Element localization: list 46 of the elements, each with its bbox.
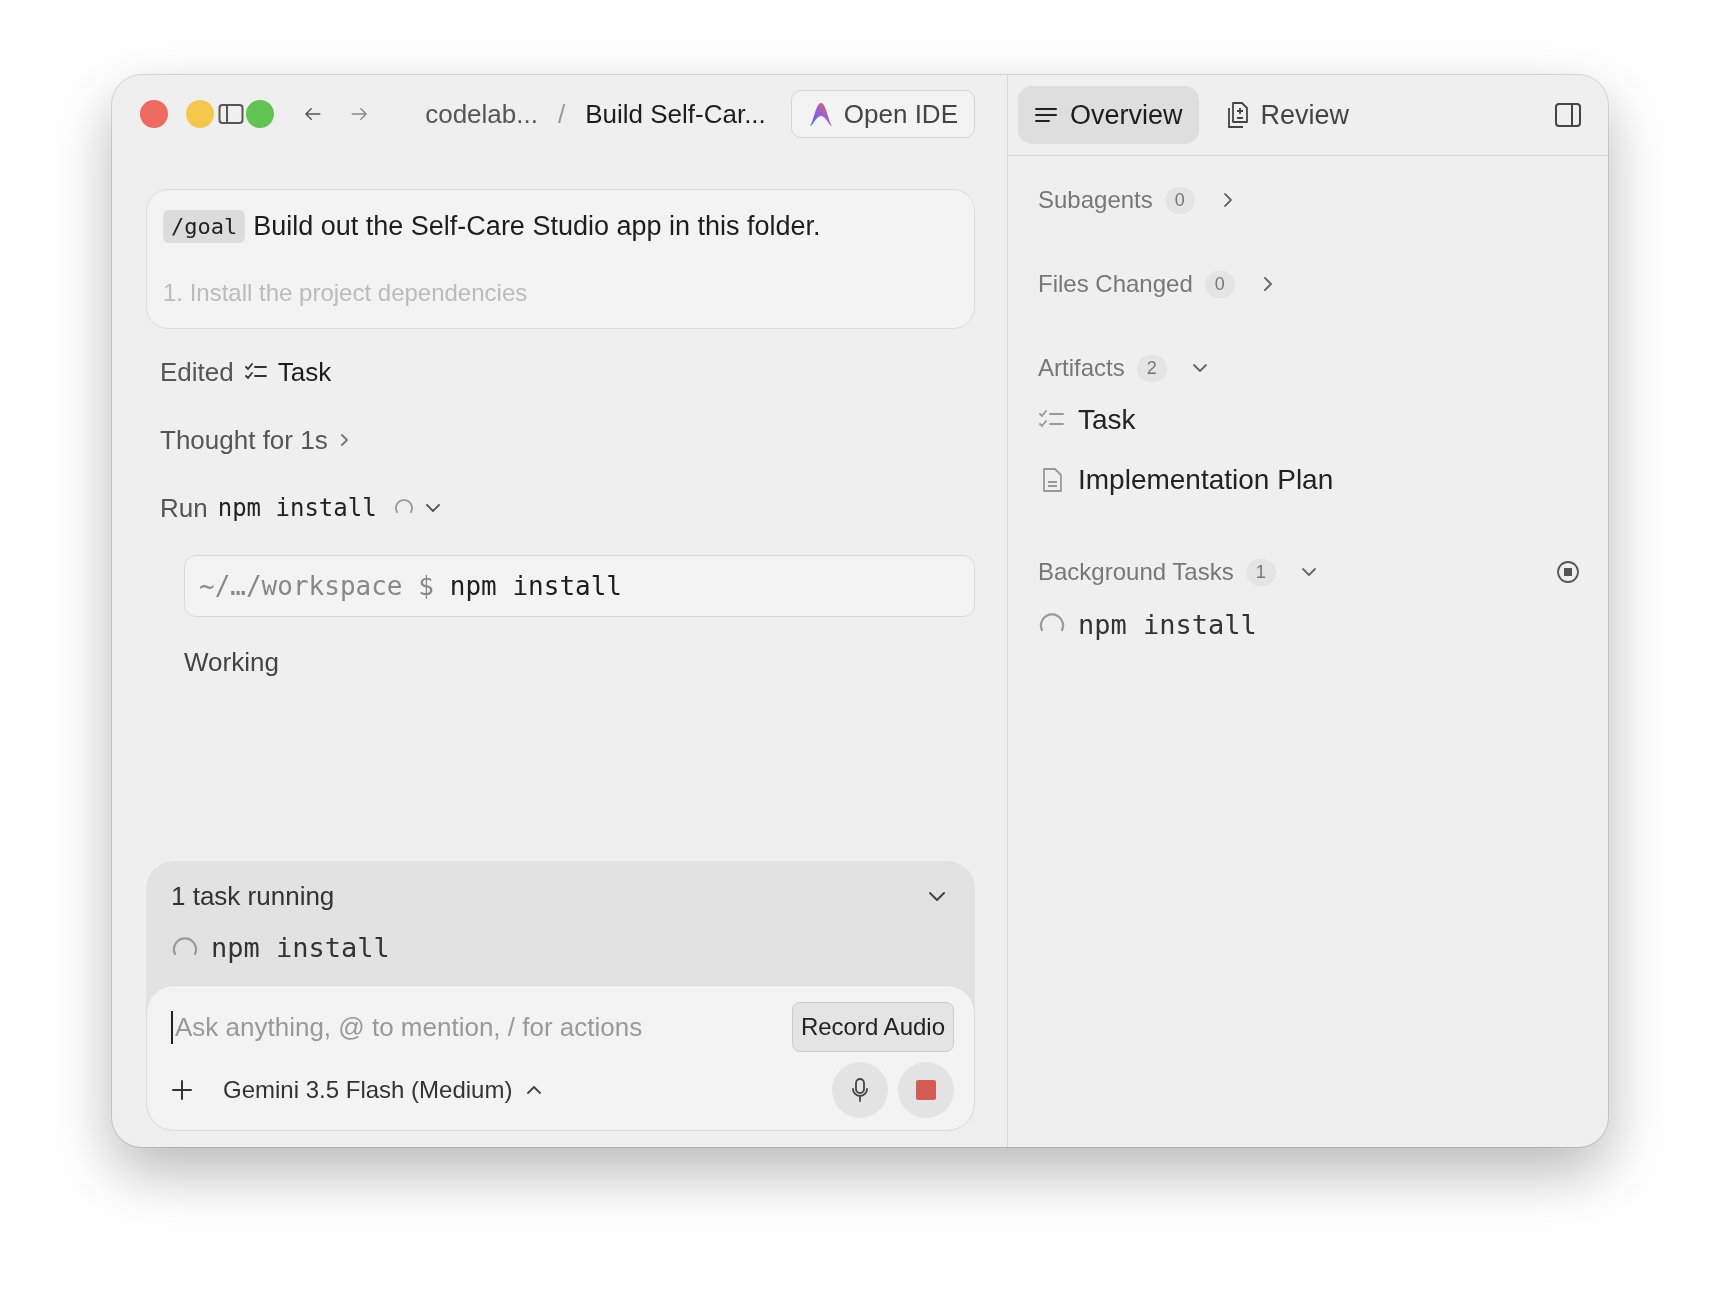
task-link[interactable]: Task — [277, 356, 332, 388]
tab[interactable]: Review — [1208, 86, 1366, 144]
section-title[interactable]: Artifacts — [1038, 354, 1125, 382]
stop-button[interactable] — [898, 1062, 954, 1118]
checklist-icon — [243, 362, 268, 382]
command-chip: /goal — [163, 210, 246, 243]
tooltip: Record Audio — [791, 1002, 954, 1052]
count-badge: 0 — [1164, 186, 1195, 214]
count-badge: 0 — [1204, 270, 1235, 298]
section-title[interactable]: Subagents — [1038, 186, 1153, 214]
panel-toggle-icon[interactable] — [1554, 102, 1582, 128]
status-text: Working — [184, 647, 280, 678]
list-item[interactable]: Implementation Plan — [1078, 464, 1334, 496]
model-selector[interactable]: Gemini 3.5 Flash (Medium) — [223, 1076, 543, 1104]
prompt-input[interactable]: Ask anything, @ to mention, / for actions — [171, 1010, 782, 1044]
running-tasks-title: 1 task running — [171, 881, 335, 912]
count-badge: 2 — [1136, 354, 1167, 382]
sidebar-toggle-icon[interactable] — [218, 103, 244, 125]
microphone-button[interactable] — [832, 1062, 888, 1118]
thought-text[interactable]: Thought for 1s — [160, 424, 328, 456]
task-name: npm install — [211, 932, 390, 963]
list-item[interactable]: Task — [1078, 404, 1136, 436]
step-verb: Edited — [160, 356, 234, 388]
goal-next-line: 1. Install the project dependencies — [163, 279, 529, 307]
open-ide-button[interactable]: Open IDE — [790, 90, 975, 138]
list-icon — [1034, 105, 1058, 125]
list-item[interactable]: npm install — [1078, 608, 1257, 640]
microphone-icon — [850, 1077, 870, 1103]
close-button[interactable] — [140, 100, 168, 128]
logo-icon — [807, 100, 834, 128]
stop-icon[interactable] — [1556, 560, 1580, 584]
breadcrumb-link[interactable]: codelab... — [425, 98, 538, 130]
section-title[interactable]: Background Tasks — [1038, 558, 1234, 586]
command-text: npm install — [217, 494, 377, 522]
breadcrumb-separator: / — [557, 98, 566, 130]
tab[interactable]: Overview — [1018, 86, 1199, 144]
step-verb: Run — [160, 492, 208, 524]
terminal-command: npm install — [449, 571, 622, 601]
add-icon[interactable] — [171, 1079, 193, 1101]
chevron-up-icon — [526, 1084, 543, 1096]
goal-text: Build out the Self-Care Studio app in this folder. — [253, 211, 821, 242]
chevron-down-icon[interactable] — [927, 889, 947, 904]
section-title[interactable]: Files Changed — [1038, 270, 1193, 298]
breadcrumb-current[interactable]: Build Self-Car... — [585, 98, 766, 130]
count-badge: 1 — [1245, 558, 1276, 586]
terminal-prompt: ~/…/workspace $ — [199, 571, 434, 601]
